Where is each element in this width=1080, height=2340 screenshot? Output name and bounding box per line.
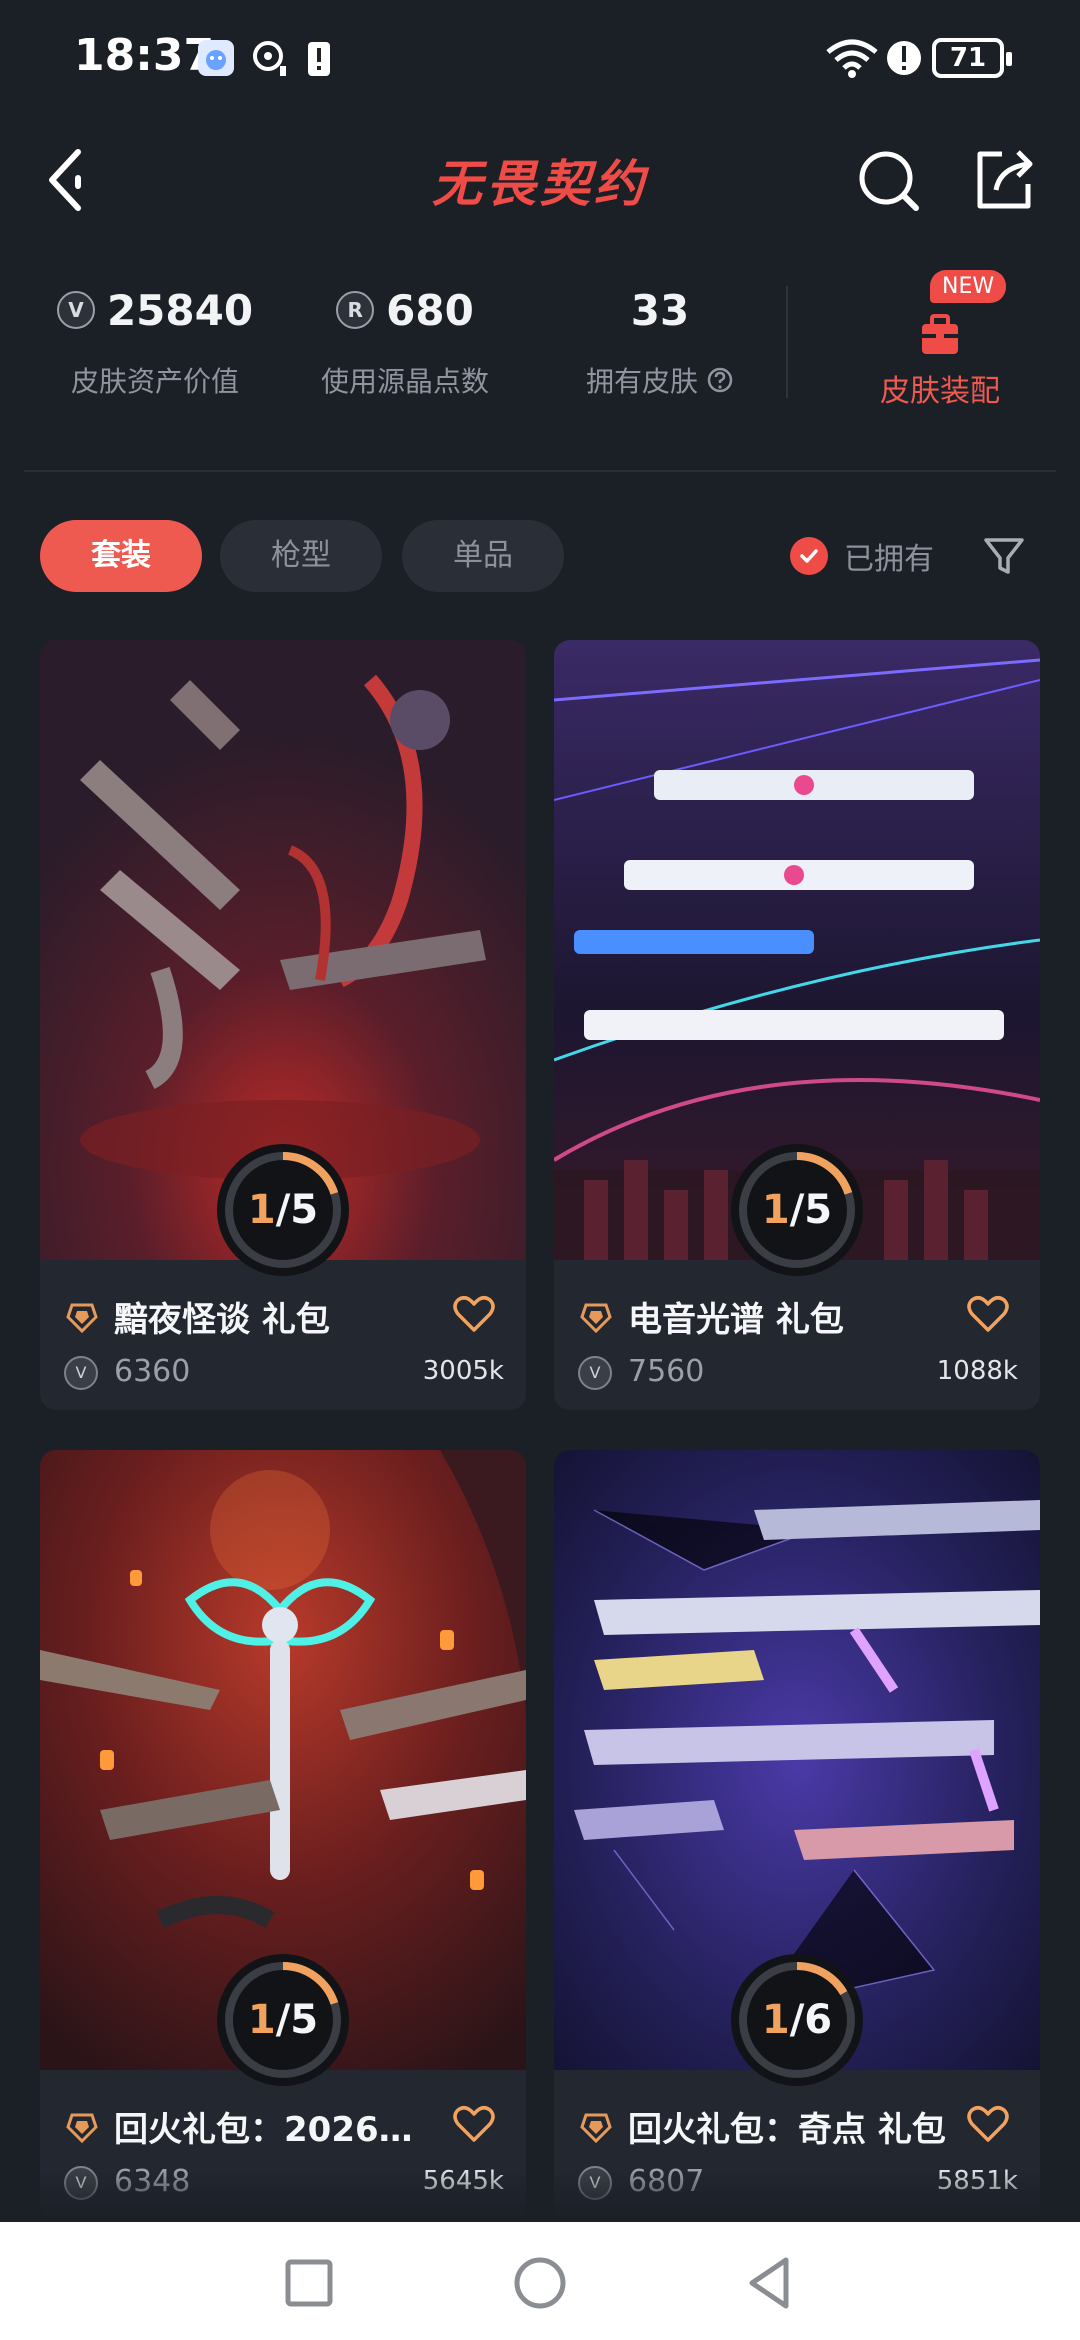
status-bar: 18:37 71: [0, 0, 1080, 120]
owned-count: 1: [761, 1997, 790, 2043]
stats-divider: [786, 286, 788, 398]
triangle-back-icon: [749, 2257, 789, 2309]
skins-stat[interactable]: 33 拥有皮肤: [560, 282, 760, 400]
progress-ring: 1/5: [731, 1144, 863, 1276]
like-count: 1088k: [936, 1356, 1018, 1386]
hotspot-icon: [253, 41, 286, 76]
progress-ring: 1/5: [217, 1144, 349, 1276]
skins-value: 33: [630, 285, 690, 335]
wifi-icon: [826, 39, 878, 78]
bundle-card[interactable]: 1/5 黯夜怪谈 礼包 V 6360 3005k: [40, 640, 526, 1410]
search-icon: [859, 151, 919, 211]
asset-value: 25840: [106, 285, 254, 335]
bundle-price: 6360: [114, 1354, 191, 1389]
stats-panel: V 25840 皮肤资产价值 R 680 使用源晶点数 33 拥有皮肤 NEW 皮肤…: [0, 270, 1080, 430]
bundle-price: 7560: [628, 1354, 705, 1389]
filter-bar: 套装 枪型 单品 已拥有: [0, 520, 1080, 596]
tier-icon: [66, 2113, 98, 2143]
funnel-icon: [984, 538, 1024, 574]
battery-indicator: 71: [932, 38, 1012, 78]
bundle-title: 回火礼包：奇点 礼包: [628, 2110, 946, 2150]
owned-toggle[interactable]: 已拥有: [790, 534, 934, 578]
search-button[interactable]: [846, 138, 930, 222]
tier-icon: [66, 1303, 98, 1333]
vp-coin-icon: V: [578, 1356, 612, 1390]
vp-coin-icon: V: [64, 1356, 98, 1390]
top-bar: 无畏契约: [0, 130, 1080, 230]
tab-weapon-type[interactable]: 枪型: [220, 520, 382, 592]
battery-alert-icon: [308, 42, 330, 76]
heart-icon[interactable]: [452, 2104, 496, 2144]
system-nav-bar: [0, 2222, 1080, 2340]
loadout-case-icon: [922, 314, 958, 354]
alert-icon: [887, 41, 921, 75]
status-time: 18:37: [74, 30, 215, 81]
recent-apps-button[interactable]: [274, 2248, 344, 2318]
bundle-card[interactable]: 1/5 电音光谱 礼包 V 7560 1088k: [554, 640, 1040, 1410]
vp-coin-icon: V: [56, 291, 95, 329]
points-stat: R 680 使用源晶点数: [300, 282, 510, 400]
total-count: 5: [290, 1997, 319, 2043]
home-button[interactable]: [505, 2248, 575, 2318]
total-count: 5: [804, 1187, 833, 1233]
points-value: 680: [386, 285, 474, 335]
bundle-title: 回火礼包：2026春...: [114, 2110, 444, 2150]
bundle-title: 黯夜怪谈 礼包: [114, 1300, 330, 1340]
help-icon[interactable]: [706, 366, 734, 394]
heart-icon[interactable]: [966, 2104, 1010, 2144]
tab-single-item[interactable]: 单品: [402, 520, 564, 592]
total-count: 5: [290, 1187, 319, 1233]
like-count: 3005k: [422, 1356, 504, 1386]
circle-icon: [514, 2257, 566, 2309]
progress-ring: 1/6: [731, 1954, 863, 2086]
progress-ring: 1/5: [217, 1954, 349, 2086]
checkbox-checked-icon[interactable]: [790, 537, 828, 575]
square-icon: [285, 2259, 333, 2307]
loadout-label: 皮肤装配: [880, 374, 1000, 409]
share-icon: [977, 150, 1033, 209]
bundle-card[interactable]: 1/6 回火礼包：奇点 礼包 V 6807 5851k: [554, 1450, 1040, 2220]
tier-icon: [580, 1303, 612, 1333]
owned-count: 1: [247, 1187, 276, 1233]
divider: [24, 470, 1056, 472]
heart-icon[interactable]: [452, 1294, 496, 1334]
owned-count: 1: [761, 1187, 790, 1233]
radianite-coin-icon: R: [336, 291, 375, 329]
app-notification-icon: [198, 40, 234, 76]
total-count: 6: [804, 1997, 833, 2043]
skins-label: 拥有皮肤: [585, 365, 698, 398]
bundle-title: 电音光谱 礼包: [628, 1300, 844, 1340]
heart-icon[interactable]: [966, 1294, 1010, 1334]
skin-loadout-button[interactable]: NEW 皮肤装配: [820, 270, 1060, 420]
nav-back-button[interactable]: [736, 2248, 806, 2318]
bundle-card[interactable]: 1/5 回火礼包：2026春... V 6348 5645k: [40, 1450, 526, 2220]
points-label: 使用源晶点数: [320, 365, 489, 398]
owned-label: 已拥有: [844, 542, 934, 577]
tier-icon: [580, 2113, 612, 2143]
asset-value-stat: V 25840 皮肤资产价值: [40, 282, 270, 400]
share-button[interactable]: [962, 138, 1046, 222]
owned-count: 1: [247, 1997, 276, 2043]
tab-bundles[interactable]: 套装: [40, 520, 202, 592]
asset-value-label: 皮肤资产价值: [70, 365, 239, 398]
filter-button[interactable]: [980, 532, 1028, 580]
scroll-fade: [0, 2170, 1080, 2220]
